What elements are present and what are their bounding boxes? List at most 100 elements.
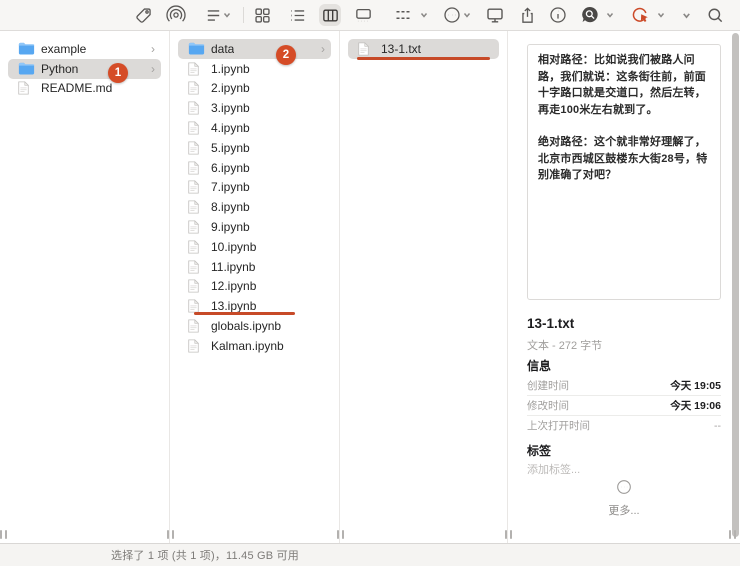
- preview-file-kind: 文本 - 272 字节: [527, 340, 603, 352]
- get-info-icon[interactable]: [547, 4, 569, 26]
- file-row-6.ipynb[interactable]: 6.ipynb: [178, 158, 331, 178]
- file-name: Python: [41, 61, 79, 76]
- info-row-modified: 修改时间 今天 19:06: [527, 396, 721, 416]
- add-tags-field[interactable]: 添加标签...: [527, 461, 580, 477]
- document-icon: [188, 220, 206, 234]
- file-row-Kalman.ipynb[interactable]: Kalman.ipynb: [178, 336, 331, 356]
- file-row-12.ipynb[interactable]: 12.ipynb: [178, 277, 331, 297]
- preview-pane: 相对路径：比如说我们被路人问路，我们就说：这条街往前，前面十字路口就是交道口，然…: [508, 31, 740, 543]
- file-row-4.ipynb[interactable]: 4.ipynb: [178, 118, 331, 138]
- info-value: 今天 19:05: [670, 380, 721, 392]
- grouping-chevron-icon[interactable]: [418, 9, 430, 21]
- file-row-13-1.txt[interactable]: 13-1.txt: [348, 39, 499, 59]
- vertical-scrollbar[interactable]: [732, 33, 739, 537]
- document-icon: [188, 259, 206, 274]
- folder-icon: [18, 42, 36, 56]
- file-column-1: example › Python › README.md: [0, 31, 170, 543]
- preview-paragraph: 相对路径：比如说我们被路人问路，我们就说：这条街往前，前面十字路口就是交道口，然…: [538, 54, 706, 116]
- file-row-3.ipynb[interactable]: 3.ipynb: [178, 98, 331, 118]
- icon-view-icon[interactable]: [251, 4, 273, 26]
- file-row-10.ipynb[interactable]: 10.ipynb: [178, 237, 331, 257]
- file-name: 1.ipynb: [211, 61, 250, 76]
- file-row-7.ipynb[interactable]: 7.ipynb: [178, 178, 331, 198]
- annotation-badge-1: 1: [108, 63, 128, 83]
- document-icon: [188, 81, 206, 96]
- file-row-5.ipynb[interactable]: 5.ipynb: [178, 138, 331, 158]
- file-row-README.md[interactable]: README.md: [8, 79, 161, 99]
- file-row-Python[interactable]: Python ›: [8, 58, 161, 79]
- file-name: 10.ipynb: [211, 239, 257, 254]
- share-icon[interactable]: [516, 4, 538, 26]
- share-screen-icon[interactable]: [484, 4, 506, 26]
- file-name: 6.ipynb: [211, 160, 250, 175]
- document-icon: [188, 101, 206, 115]
- annotation-badge-2: 2: [276, 45, 296, 65]
- document-icon: [188, 180, 206, 195]
- file-column-2: data › 1.ipynb 2.ipynb 3.ipynb 4.ipynb 5.ipynb…: [170, 31, 340, 543]
- info-section-title: 信息: [527, 359, 552, 373]
- preview-file-name: 13-1.txt: [527, 316, 575, 331]
- info-value: --: [714, 419, 721, 432]
- document-icon: [188, 239, 206, 254]
- info-row-last-opened: 上次打开时间 --: [527, 416, 721, 435]
- column-resize-handle[interactable]: [167, 530, 174, 539]
- chevron-right-icon: ›: [151, 41, 155, 56]
- more-actions-icon[interactable]: [441, 4, 463, 26]
- file-name: 12.ipynb: [211, 279, 257, 294]
- finder-window: example › Python › README.md data › 1.ipynb 2.i…: [0, 0, 740, 566]
- annotation-underline-13-1-txt: [357, 56, 490, 60]
- file-name: 4.ipynb: [211, 121, 250, 136]
- info-label: 创建时间: [527, 380, 569, 392]
- column-resize-handle[interactable]: [0, 530, 7, 539]
- status-text: 选择了 1 项 (共 1 项)，11.45 GB 可用: [111, 550, 299, 562]
- ellipsis-more-icon[interactable]: [527, 478, 721, 496]
- document-icon: [358, 41, 376, 56]
- column-resize-handle[interactable]: [337, 530, 344, 539]
- file-row-8.ipynb[interactable]: 8.ipynb: [178, 197, 331, 217]
- group-by-chevron-icon[interactable]: [221, 9, 233, 21]
- info-row-created: 创建时间 今天 19:05: [527, 376, 721, 396]
- file-name: globals.ipynb: [211, 319, 282, 334]
- column-resize-handle[interactable]: [505, 530, 512, 539]
- airdrop-icon[interactable]: [165, 4, 187, 26]
- toolbar-divider: [243, 7, 244, 23]
- tags-icon[interactable]: [132, 4, 154, 26]
- file-name: Kalman.ipynb: [211, 338, 284, 353]
- file-row-11.ipynb[interactable]: 11.ipynb: [178, 257, 331, 277]
- show-more-link[interactable]: 更多...: [527, 502, 721, 518]
- document-icon: [188, 319, 206, 333]
- search-app-icon[interactable]: [579, 4, 601, 26]
- column-view-icon[interactable]: [319, 4, 341, 26]
- list-view-icon[interactable]: [286, 4, 308, 26]
- file-row-1.ipynb[interactable]: 1.ipynb: [178, 59, 331, 79]
- file-name: data: [211, 41, 235, 56]
- search-app-chevron-icon[interactable]: [604, 9, 616, 21]
- annotation-underline-13-ipynb: [194, 311, 295, 315]
- annotate-app-chevron-icon[interactable]: [655, 9, 667, 21]
- status-bar: 选择了 1 项 (共 1 项)，11.45 GB 可用: [0, 543, 740, 566]
- file-name: 8.ipynb: [211, 200, 250, 215]
- info-label: 上次打开时间: [527, 420, 590, 432]
- file-name: 13-1.txt: [381, 41, 422, 56]
- document-icon: [18, 81, 36, 96]
- file-row-globals.ipynb[interactable]: globals.ipynb: [178, 316, 331, 336]
- column-resize-handle[interactable]: [729, 530, 736, 539]
- info-rows: 创建时间 今天 19:05 修改时间 今天 19:06 上次打开时间 --: [527, 376, 721, 435]
- document-icon: [188, 200, 206, 214]
- file-row-9.ipynb[interactable]: 9.ipynb: [178, 217, 331, 237]
- gallery-view-icon[interactable]: [352, 4, 374, 26]
- more-actions-chevron-icon[interactable]: [461, 9, 473, 21]
- file-name: README.md: [41, 81, 113, 96]
- file-row-2.ipynb[interactable]: 2.ipynb: [178, 79, 331, 99]
- overflow-chevron-icon[interactable]: [680, 9, 692, 21]
- file-row-data[interactable]: data ›: [178, 39, 331, 59]
- grouping-icon[interactable]: [392, 4, 414, 26]
- search-icon[interactable]: [704, 4, 726, 26]
- file-name: 3.ipynb: [211, 101, 250, 116]
- file-row-example[interactable]: example ›: [8, 39, 161, 59]
- document-icon: [188, 338, 206, 353]
- file-name: 9.ipynb: [211, 220, 250, 235]
- folder-icon: [188, 42, 206, 56]
- document-icon: [188, 61, 206, 76]
- annotate-app-icon[interactable]: [629, 4, 651, 26]
